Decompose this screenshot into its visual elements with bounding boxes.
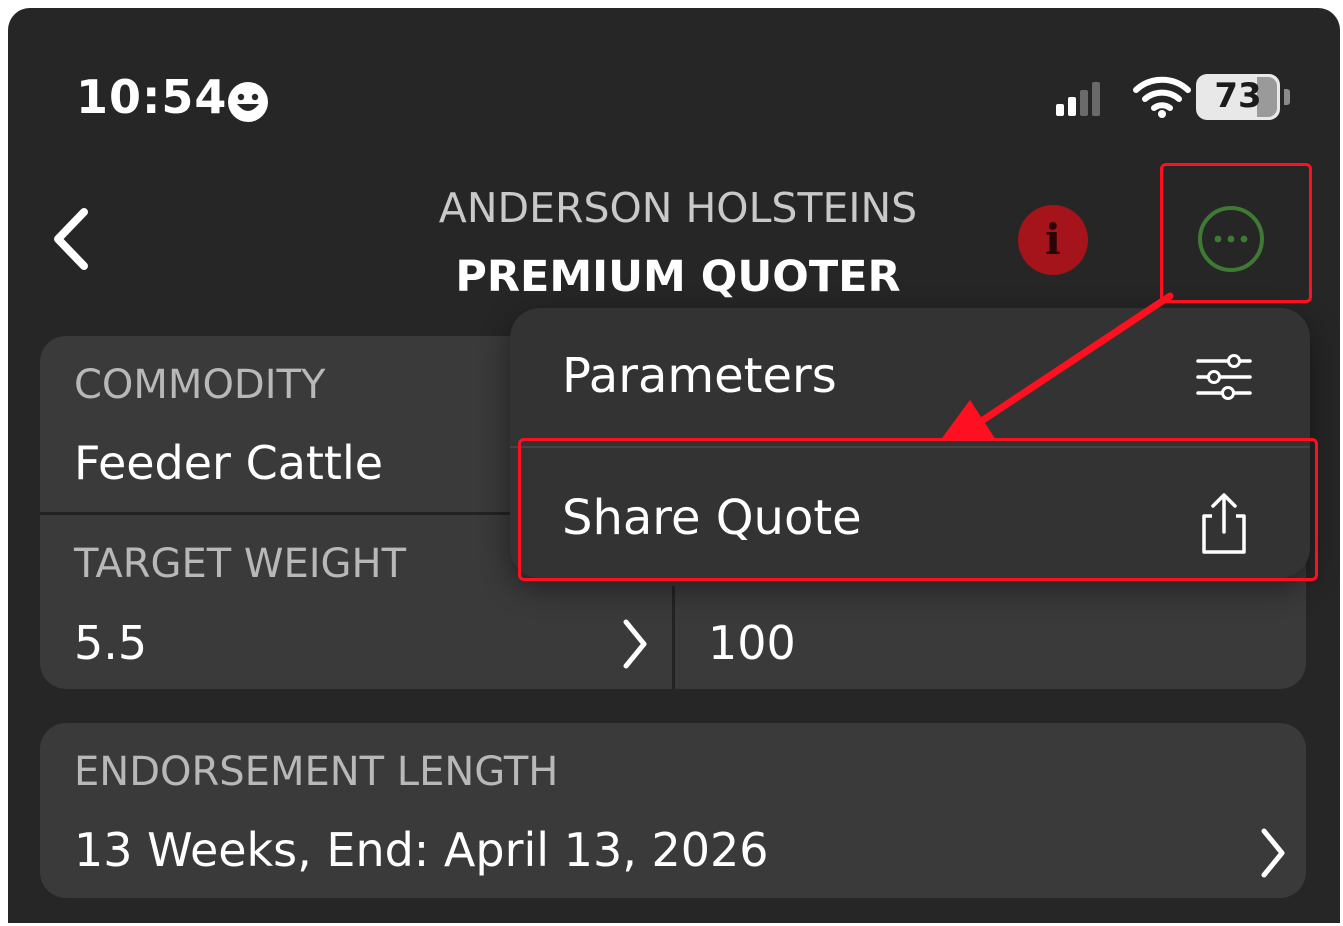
phone-screen: 10:54 73 ANDERSON HOLSTEINS PREMIUM QUOT… [8, 8, 1340, 923]
second-field-value[interactable]: 100 [708, 616, 796, 670]
header-subtitle: ANDERSON HOLSTEINS [438, 184, 918, 232]
endorsement-card[interactable]: ENDORSEMENT LENGTH 13 Weeks, End: April … [40, 723, 1306, 898]
back-chevron-icon[interactable] [48, 204, 98, 274]
menu-item-parameters[interactable]: Parameters [510, 308, 1310, 446]
info-badge-icon[interactable]: i [1018, 205, 1088, 275]
page-title: PREMIUM QUOTER [455, 252, 901, 302]
endorsement-length-value: 13 Weeks, End: April 13, 2026 [74, 823, 769, 877]
status-time: 10:54 [76, 70, 228, 124]
commodity-label: COMMODITY [74, 362, 326, 408]
target-weight-value[interactable]: 5.5 [74, 616, 147, 670]
parameters-label: Parameters [562, 348, 837, 404]
smiley-icon [228, 82, 268, 122]
commodity-value[interactable]: Feeder Cattle [74, 436, 383, 490]
target-weight-label: TARGET WEIGHT [74, 541, 407, 587]
battery-level: 73 [1214, 76, 1262, 116]
endorsement-length-label: ENDORSEMENT LENGTH [74, 749, 559, 795]
chevron-right-icon[interactable] [614, 614, 654, 674]
sliders-icon [1196, 354, 1252, 400]
more-button-highlight [1160, 163, 1312, 303]
cellular-signal-icon [1056, 82, 1100, 116]
wifi-icon [1133, 76, 1191, 118]
battery-indicator: 73 [1196, 74, 1292, 120]
share-quote-highlight [518, 438, 1318, 581]
column-divider [672, 586, 675, 689]
chevron-right-icon[interactable] [1252, 823, 1292, 883]
